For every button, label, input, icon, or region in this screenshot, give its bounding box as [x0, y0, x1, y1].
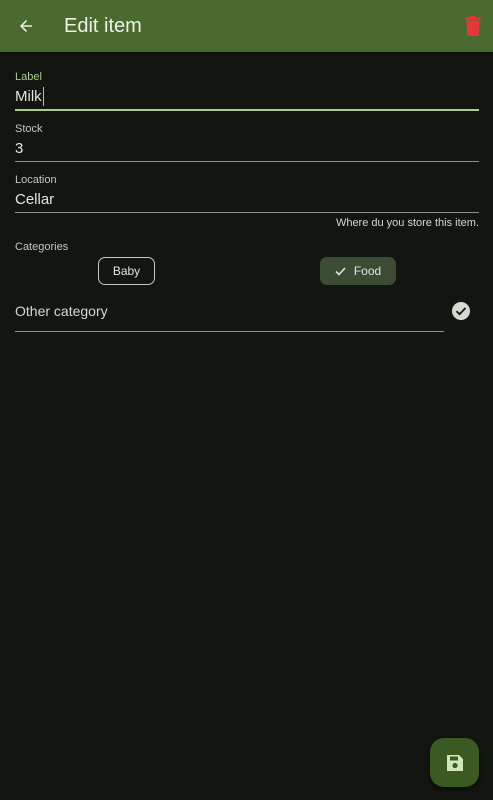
- other-category-placeholder: Other category: [15, 303, 108, 319]
- save-icon: [446, 754, 463, 771]
- label-field-underline: [15, 109, 479, 111]
- confirm-category-button[interactable]: [451, 301, 471, 321]
- arrow-back-icon: [20, 20, 32, 32]
- app-bar: Edit item: [0, 0, 493, 52]
- location-field-caption: Location: [15, 174, 57, 186]
- label-field-caption: Label: [15, 71, 42, 83]
- location-field-underline: [15, 212, 479, 213]
- label-field[interactable]: Label Milk: [15, 70, 479, 112]
- location-helper-text: Where du you store this item.: [335, 217, 479, 229]
- category-chip-baby[interactable]: Baby: [98, 257, 155, 285]
- category-chip-food[interactable]: Food: [320, 257, 396, 285]
- check-circle-icon: [452, 302, 470, 320]
- stock-field-value[interactable]: 3: [15, 139, 23, 158]
- stock-field-underline: [15, 161, 479, 162]
- stock-field-caption: Stock: [15, 123, 43, 135]
- location-field-value[interactable]: Cellar: [15, 190, 54, 209]
- page-title: Edit item: [64, 15, 142, 37]
- location-field[interactable]: Location Cellar: [15, 173, 479, 213]
- stock-field[interactable]: Stock 3: [15, 122, 479, 162]
- label-field-value[interactable]: Milk: [15, 87, 42, 106]
- delete-button[interactable]: [457, 10, 489, 42]
- save-button[interactable]: [430, 738, 479, 787]
- text-cursor: [42, 87, 45, 106]
- other-category-underline: [15, 331, 444, 332]
- chip-label: Food: [353, 264, 382, 278]
- check-icon: [335, 266, 346, 276]
- trash-icon: [465, 16, 481, 36]
- back-button[interactable]: [8, 8, 44, 44]
- chip-label: Baby: [112, 264, 141, 278]
- categories-caption: Categories: [15, 241, 69, 253]
- other-category-input[interactable]: Other category: [15, 302, 444, 332]
